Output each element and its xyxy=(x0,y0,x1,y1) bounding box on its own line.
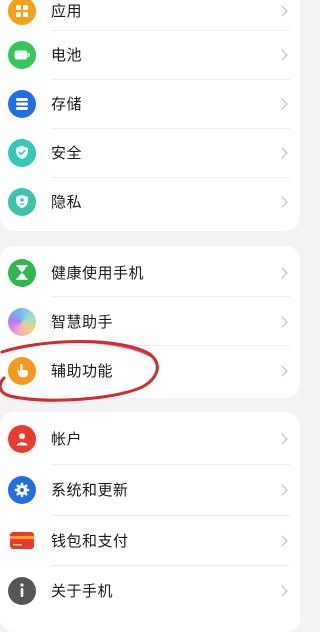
settings-item-label: 电池 xyxy=(51,46,83,64)
chevron-right-icon xyxy=(276,146,288,159)
settings-item-about-phone[interactable]: 关于手机 xyxy=(0,566,300,615)
chevron-right-icon xyxy=(276,432,288,445)
settings-group-device: 应用 电池 存储 安全 隐私 xyxy=(0,0,300,231)
account-icon xyxy=(8,424,36,453)
chevron-right-icon xyxy=(276,48,288,61)
chevron-right-icon xyxy=(276,364,288,377)
settings-item-label: 存储 xyxy=(51,95,83,113)
privacy-shield-icon xyxy=(8,187,36,216)
hourglass-icon xyxy=(8,258,36,287)
settings-group-features: 健康使用手机 智慧助手 辅助功能 xyxy=(0,246,300,398)
battery-icon xyxy=(8,40,36,69)
settings-item-label: 健康使用手机 xyxy=(51,264,145,282)
settings-item-label: 智慧助手 xyxy=(51,313,114,331)
wallet-icon xyxy=(8,526,36,555)
chevron-right-icon xyxy=(276,534,288,547)
settings-item-system-update[interactable]: 系统和更新 xyxy=(0,465,300,514)
settings-item-accessibility[interactable]: 辅助功能 xyxy=(0,346,300,395)
settings-item-storage[interactable]: 存储 xyxy=(0,79,300,128)
settings-item-label: 应用 xyxy=(51,2,83,20)
settings-item-label: 关于手机 xyxy=(51,582,114,600)
settings-item-battery[interactable]: 电池 xyxy=(0,30,300,79)
chevron-right-icon xyxy=(276,584,288,597)
settings-item-label: 钱包和支付 xyxy=(51,532,129,550)
settings-item-digital-balance[interactable]: 健康使用手机 xyxy=(0,248,300,297)
gear-icon xyxy=(8,475,36,504)
settings-item-privacy[interactable]: 隐私 xyxy=(0,177,300,226)
settings-item-label: 帐户 xyxy=(51,430,83,448)
chevron-right-icon xyxy=(276,4,288,17)
security-shield-icon xyxy=(8,138,36,167)
settings-item-label: 隐私 xyxy=(51,193,83,211)
settings-item-label: 系统和更新 xyxy=(51,481,129,499)
apps-icon xyxy=(8,0,36,25)
settings-item-wallet[interactable]: 钱包和支付 xyxy=(0,516,300,565)
settings-item-smart-assistant[interactable]: 智慧助手 xyxy=(0,297,300,346)
settings-item-label: 安全 xyxy=(51,144,83,162)
settings-group-account-system: 帐户 系统和更新 钱包和支付 关于手机 xyxy=(0,412,300,632)
chevron-right-icon xyxy=(276,266,288,279)
settings-item-security[interactable]: 安全 xyxy=(0,128,300,177)
chevron-right-icon xyxy=(276,315,288,328)
storage-icon xyxy=(8,89,36,118)
chevron-right-icon xyxy=(276,97,288,110)
chevron-right-icon xyxy=(276,195,288,208)
settings-item-label: 辅助功能 xyxy=(51,362,114,380)
info-icon xyxy=(8,576,36,605)
hand-icon xyxy=(8,356,36,385)
assistant-orb-icon xyxy=(8,307,36,336)
settings-item-account[interactable]: 帐户 xyxy=(0,414,300,463)
chevron-right-icon xyxy=(276,483,288,496)
